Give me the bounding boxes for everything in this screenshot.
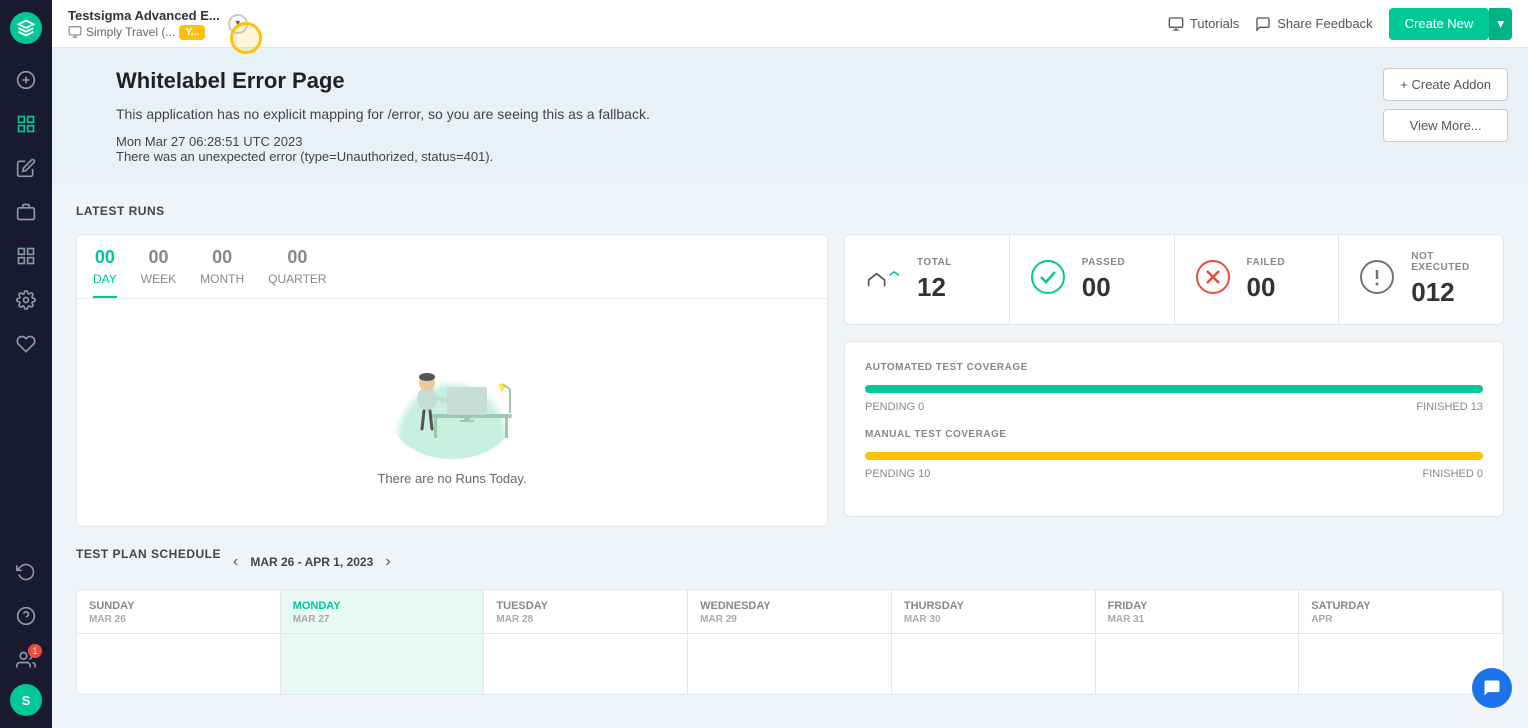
cal-header-sunday: SUNDAY MAR 26 xyxy=(77,590,281,634)
monitor-tutorials-icon xyxy=(1168,16,1184,32)
error-date: Mon Mar 27 06:28:51 UTC 2023 xyxy=(116,134,1504,149)
schedule-next[interactable]: › xyxy=(385,553,390,571)
dashboard: LATEST RUNS 00 DAY 00 WEEK 0 xyxy=(52,184,1528,715)
runs-left-panel: 00 DAY 00 WEEK 00 MONTH 00 xyxy=(76,234,828,527)
monitor-icon xyxy=(68,25,82,39)
runs-empty-state: There are no Runs Today. xyxy=(77,299,827,526)
empty-runs-text: There are no Runs Today. xyxy=(377,471,526,486)
passed-icon xyxy=(1030,259,1066,300)
users-badge: 1 xyxy=(28,644,42,658)
sidebar-item-add[interactable] xyxy=(6,60,46,100)
error-actions: + Create Addon View More... xyxy=(1383,68,1508,142)
manual-progress-bar xyxy=(865,452,1483,460)
schedule-section: TEST PLAN SCHEDULE ‹ MAR 26 - APR 1, 202… xyxy=(76,547,1504,695)
empty-illustration xyxy=(372,339,532,459)
topbar-actions: Tutorials Share Feedback Create New ▾ xyxy=(1168,8,1512,40)
coverage-card: AUTOMATED TEST COVERAGE PENDING 0 FINISH… xyxy=(844,341,1504,517)
stat-not-executed: NOT EXECUTED 012 xyxy=(1339,235,1503,324)
automated-progress-fill xyxy=(865,385,1483,393)
create-new-button[interactable]: Create New xyxy=(1389,8,1490,40)
cal-header-saturday: SATURDAY APR xyxy=(1299,590,1503,634)
sidebar-item-users[interactable]: 1 xyxy=(6,640,46,680)
sidebar-item-edit[interactable] xyxy=(6,148,46,188)
sidebar-item-puzzle[interactable] xyxy=(6,324,46,364)
tab-month[interactable]: 00 MONTH xyxy=(200,247,244,298)
chat-icon xyxy=(1255,16,1271,32)
dropdown-arrow[interactable]: ▾ xyxy=(228,14,248,34)
not-executed-icon xyxy=(1359,259,1395,300)
project-sub: Simply Travel (... Y... xyxy=(68,25,220,40)
runs-tabs: 00 DAY 00 WEEK 00 MONTH 00 xyxy=(77,235,827,299)
tab-quarter[interactable]: 00 QUARTER xyxy=(268,247,326,298)
create-new-dropdown[interactable]: ▾ xyxy=(1489,8,1512,40)
topbar: Testsigma Advanced E... Simply Travel (.… xyxy=(52,0,1528,48)
cal-header-thursday: THURSDAY MAR 30 xyxy=(892,590,1096,634)
cal-cell-friday xyxy=(1096,634,1300,694)
cal-header-wednesday: WEDNESDAY MAR 29 xyxy=(688,590,892,634)
error-title: Whitelabel Error Page xyxy=(116,68,1504,94)
alert-circle-icon xyxy=(1359,259,1395,295)
stat-total: TOTAL 12 xyxy=(845,235,1010,324)
project-name: Testsigma Advanced E... xyxy=(68,8,220,23)
main-content: Testsigma Advanced E... Simply Travel (.… xyxy=(52,0,1528,728)
stats-right-panel: TOTAL 12 xyxy=(844,234,1504,527)
stat-passed: PASSED 00 xyxy=(1010,235,1175,324)
total-icon xyxy=(865,262,901,298)
automated-coverage-meta: PENDING 0 FINISHED 13 xyxy=(865,401,1483,413)
runs-section: 00 DAY 00 WEEK 00 MONTH 00 xyxy=(76,234,1504,527)
manual-coverage-meta: PENDING 10 FINISHED 0 xyxy=(865,468,1483,480)
automated-coverage-label: AUTOMATED TEST COVERAGE xyxy=(865,362,1483,373)
failed-icon xyxy=(1195,259,1231,300)
user-avatar[interactable]: S xyxy=(10,684,42,716)
sidebar-item-briefcase[interactable] xyxy=(6,192,46,232)
cal-cell-tuesday xyxy=(484,634,688,694)
feedback-link[interactable]: Share Feedback xyxy=(1255,16,1372,32)
total-bars-icon xyxy=(867,268,899,292)
chat-bubble-icon xyxy=(1482,678,1502,698)
schedule-range: MAR 26 - APR 1, 2023 xyxy=(250,555,373,569)
tab-week[interactable]: 00 WEEK xyxy=(141,247,176,298)
sidebar-logo[interactable] xyxy=(10,12,42,44)
error-description: This application has no explicit mapping… xyxy=(116,106,1504,122)
chip: Y... xyxy=(179,25,205,40)
create-addon-button[interactable]: + Create Addon xyxy=(1383,68,1508,101)
tutorials-link[interactable]: Tutorials xyxy=(1168,16,1239,32)
sidebar-item-dashboard[interactable] xyxy=(6,104,46,144)
manual-progress-fill xyxy=(865,452,1483,460)
check-circle-icon xyxy=(1030,259,1066,295)
cal-cell-wednesday xyxy=(688,634,892,694)
error-banner: Whitelabel Error Page This application h… xyxy=(52,48,1528,184)
cal-cell-monday xyxy=(281,634,485,694)
sidebar-item-settings[interactable] xyxy=(6,280,46,320)
sidebar: 1 S xyxy=(0,0,52,728)
cal-cell-sunday xyxy=(77,634,281,694)
stat-failed: FAILED 00 xyxy=(1175,235,1340,324)
stats-row: TOTAL 12 xyxy=(844,234,1504,325)
sidebar-item-grid[interactable] xyxy=(6,236,46,276)
error-detail: There was an unexpected error (type=Unau… xyxy=(116,149,1504,164)
manual-coverage-label: MANUAL TEST COVERAGE xyxy=(865,429,1483,440)
x-circle-icon xyxy=(1195,259,1231,295)
latest-runs-title: LATEST RUNS xyxy=(76,204,1504,218)
sidebar-item-sync[interactable] xyxy=(6,552,46,592)
content-area: Whitelabel Error Page This application h… xyxy=(52,48,1528,728)
cal-header-monday: MONDAY MAR 27 xyxy=(281,590,485,634)
automated-progress-bar xyxy=(865,385,1483,393)
cal-header-friday: FRIDAY MAR 31 xyxy=(1096,590,1300,634)
view-more-button[interactable]: View More... xyxy=(1383,109,1508,142)
chat-button[interactable] xyxy=(1472,668,1512,708)
cal-header-tuesday: TUESDAY MAR 28 xyxy=(484,590,688,634)
schedule-prev[interactable]: ‹ xyxy=(233,553,238,571)
tab-day[interactable]: 00 DAY xyxy=(93,247,117,298)
calendar-grid: SUNDAY MAR 26 MONDAY MAR 27 TUESDAY MAR … xyxy=(76,589,1504,695)
schedule-title: TEST PLAN SCHEDULE xyxy=(76,547,221,561)
schedule-header: TEST PLAN SCHEDULE ‹ MAR 26 - APR 1, 202… xyxy=(76,547,1504,577)
project-selector[interactable]: Testsigma Advanced E... Simply Travel (.… xyxy=(68,8,1156,40)
cal-cell-thursday xyxy=(892,634,1096,694)
sidebar-item-help[interactable] xyxy=(6,596,46,636)
create-new-group: Create New ▾ xyxy=(1389,8,1512,40)
